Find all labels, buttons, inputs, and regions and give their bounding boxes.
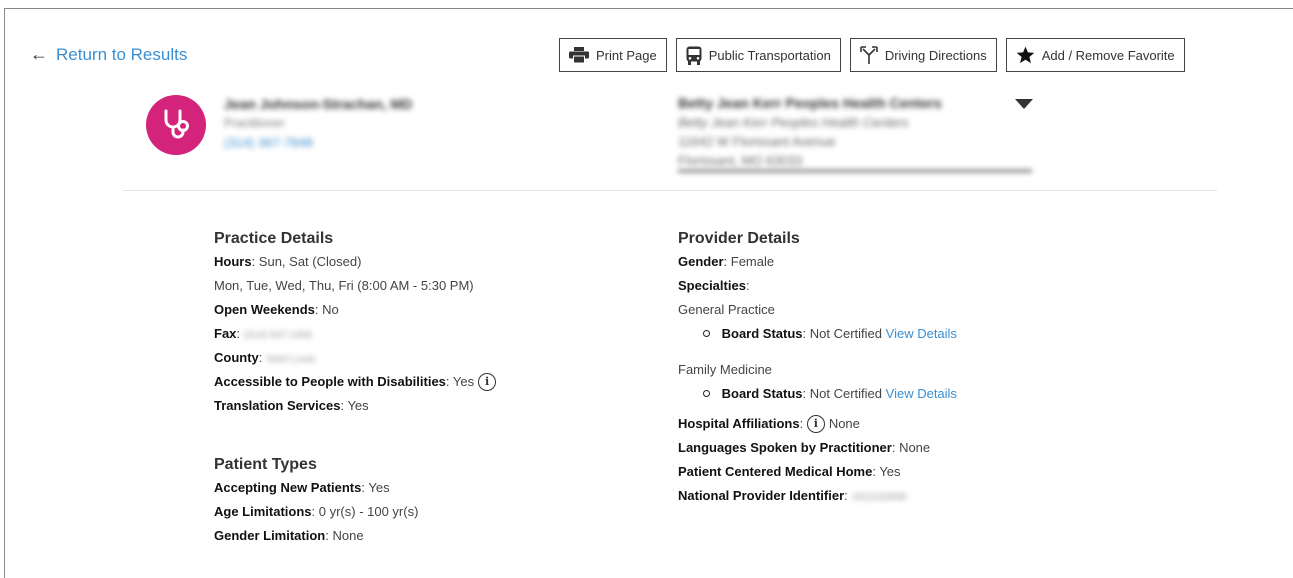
practice-details-section: Practice Details Hours: Sun, Sat (Closed… bbox=[214, 230, 497, 548]
translation-row: Translation Services: Yes bbox=[214, 398, 369, 413]
specialty-name-label: General Practice bbox=[678, 302, 775, 317]
fax-value: (314) 837-1406 bbox=[243, 330, 313, 341]
hospital-affiliations-value: None bbox=[828, 416, 860, 431]
county-label: County bbox=[214, 350, 259, 365]
add-remove-favorite-label: Add / Remove Favorite bbox=[1041, 47, 1175, 63]
accepting-patients-value: Yes bbox=[368, 480, 390, 495]
provider-avatar bbox=[146, 95, 206, 155]
gender-limitation-label: Gender Limitation bbox=[214, 528, 326, 543]
board-status-row: Board Status: Not Certified View Details bbox=[678, 382, 957, 406]
info-icon[interactable]: i bbox=[478, 372, 497, 391]
open-weekends-row: Open Weekends: No bbox=[214, 302, 339, 317]
fax-row: Fax: (314) 837-1406 bbox=[214, 322, 496, 346]
arrow-left-icon: ← bbox=[30, 44, 48, 64]
patient-types-heading: Patient Types bbox=[214, 456, 317, 473]
driving-directions-label: Driving Directions bbox=[884, 47, 987, 63]
gender-value: Female bbox=[730, 254, 775, 269]
driving-directions-button[interactable]: Driving Directions bbox=[849, 38, 997, 72]
board-status-label: Board Status bbox=[721, 326, 803, 341]
provider-summary: Jean Johnson-Strachan, MD Practitioner (… bbox=[224, 95, 412, 152]
add-remove-favorite-button[interactable]: Add / Remove Favorite bbox=[1005, 38, 1185, 72]
stethoscope-icon bbox=[164, 109, 189, 139]
public-transportation-label: Public Transportation bbox=[708, 47, 831, 63]
location-selector[interactable]: Betty Jean Kerr Peoples Health Centers B… bbox=[678, 94, 1032, 172]
gender-row: Gender: Female bbox=[678, 254, 775, 269]
page-frame bbox=[4, 8, 1293, 578]
print-page-button[interactable]: Print Page bbox=[559, 38, 667, 72]
hours-label: Hours bbox=[214, 254, 252, 269]
npi-row: National Provider Identifier: 1811032898 bbox=[678, 484, 957, 508]
return-to-results-label: Return to Results bbox=[56, 44, 188, 64]
county-row: County: Saint Louis bbox=[214, 346, 496, 370]
languages-value: None bbox=[899, 440, 931, 455]
open-weekends-value: No bbox=[322, 302, 339, 317]
print-page-label: Print Page bbox=[596, 47, 657, 63]
age-limitations-value: 0 yr(s) - 100 yr(s) bbox=[318, 504, 419, 519]
view-details-link[interactable]: View Details bbox=[886, 386, 957, 401]
accessibility-value: Yes bbox=[452, 374, 475, 389]
bus-icon bbox=[686, 46, 702, 65]
accepting-patients-label: Accepting New Patients bbox=[214, 480, 362, 495]
location-address-line1: 11642 W Florissant Avenue bbox=[678, 134, 836, 149]
board-status-value: Not Certified bbox=[809, 386, 883, 401]
public-transportation-button[interactable]: Public Transportation bbox=[675, 38, 841, 72]
fax-label: Fax bbox=[214, 326, 237, 341]
specialty-name: Family Medicine bbox=[678, 358, 957, 382]
location-subtitle: Betty Jean Kerr Peoples Health Centers bbox=[678, 115, 909, 130]
provider-details-section: Provider Details Gender: Female Specialt… bbox=[678, 230, 957, 508]
pcmh-label: Patient Centered Medical Home bbox=[678, 464, 873, 479]
specialties-label: Specialties bbox=[678, 278, 746, 293]
provider-phone-link[interactable]: (314) 367-7848 bbox=[224, 133, 412, 152]
provider-name: Jean Johnson-Strachan, MD bbox=[224, 96, 413, 112]
languages-label: Languages Spoken by Practitioner bbox=[678, 440, 892, 455]
provider-role: Practitioner bbox=[224, 116, 285, 130]
location-dropdown-caret-icon[interactable] bbox=[1015, 99, 1033, 109]
hours-weekday-row: Mon, Tue, Wed, Thu, Fri (8:00 AM - 5:30 … bbox=[214, 274, 496, 298]
hospital-affiliations-row: Hospital Affiliations: i None bbox=[678, 414, 860, 433]
specialties-row: Specialties: bbox=[678, 278, 750, 293]
board-status-label: Board Status bbox=[721, 386, 803, 401]
hours-value: Sun, Sat (Closed) bbox=[258, 254, 362, 269]
location-name: Betty Jean Kerr Peoples Health Centers bbox=[678, 95, 942, 111]
return-to-results-link[interactable]: ← Return to Results bbox=[30, 44, 187, 65]
accessibility-label: Accessible to People with Disabilities bbox=[214, 374, 446, 389]
board-status-value: Not Certified bbox=[809, 326, 883, 341]
county-value: Saint Louis bbox=[266, 354, 316, 365]
accessibility-row: Accessible to People with Disabilities: … bbox=[214, 370, 497, 394]
age-limitations-row: Age Limitations: 0 yr(s) - 100 yr(s) bbox=[214, 504, 419, 519]
hours-weekday-value: Mon, Tue, Wed, Thu, Fri (8:00 AM - 5:30 … bbox=[214, 278, 474, 293]
pcmh-value: Yes bbox=[879, 464, 901, 479]
header-divider bbox=[123, 190, 1217, 191]
gender-limitation-value: None bbox=[332, 528, 364, 543]
provider-details-heading: Provider Details bbox=[678, 230, 800, 247]
gender-label: Gender bbox=[678, 254, 724, 269]
translation-label: Translation Services bbox=[214, 398, 341, 413]
info-icon[interactable]: i bbox=[806, 414, 825, 433]
board-status-row: Board Status: Not Certified View Details bbox=[678, 322, 957, 346]
languages-row: Languages Spoken by Practitioner: None bbox=[678, 440, 931, 455]
open-weekends-label: Open Weekends bbox=[214, 302, 315, 317]
toolbar: Print Page Public Transportation Driving… bbox=[559, 38, 1185, 72]
view-details-link[interactable]: View Details bbox=[886, 326, 957, 341]
npi-label: National Provider Identifier bbox=[678, 488, 845, 503]
hospital-affiliations-label: Hospital Affiliations bbox=[678, 416, 800, 431]
location-address-line2: Florissant, MO 63033 bbox=[678, 153, 803, 168]
directions-fork-icon bbox=[860, 46, 878, 64]
specialty-name: General Practice bbox=[678, 298, 957, 322]
star-icon bbox=[1016, 46, 1034, 64]
translation-value: Yes bbox=[347, 398, 369, 413]
npi-value: 1811032898 bbox=[851, 492, 907, 503]
pcmh-row: Patient Centered Medical Home: Yes bbox=[678, 464, 901, 479]
specialty-name-label: Family Medicine bbox=[678, 362, 772, 377]
hours-row: Hours: Sun, Sat (Closed) bbox=[214, 254, 362, 269]
accepting-patients-row: Accepting New Patients: Yes bbox=[214, 480, 390, 495]
age-limitations-label: Age Limitations bbox=[214, 504, 312, 519]
practice-details-heading: Practice Details bbox=[214, 230, 334, 247]
printer-icon bbox=[569, 47, 589, 63]
gender-limitation-row: Gender Limitation: None bbox=[214, 528, 364, 543]
